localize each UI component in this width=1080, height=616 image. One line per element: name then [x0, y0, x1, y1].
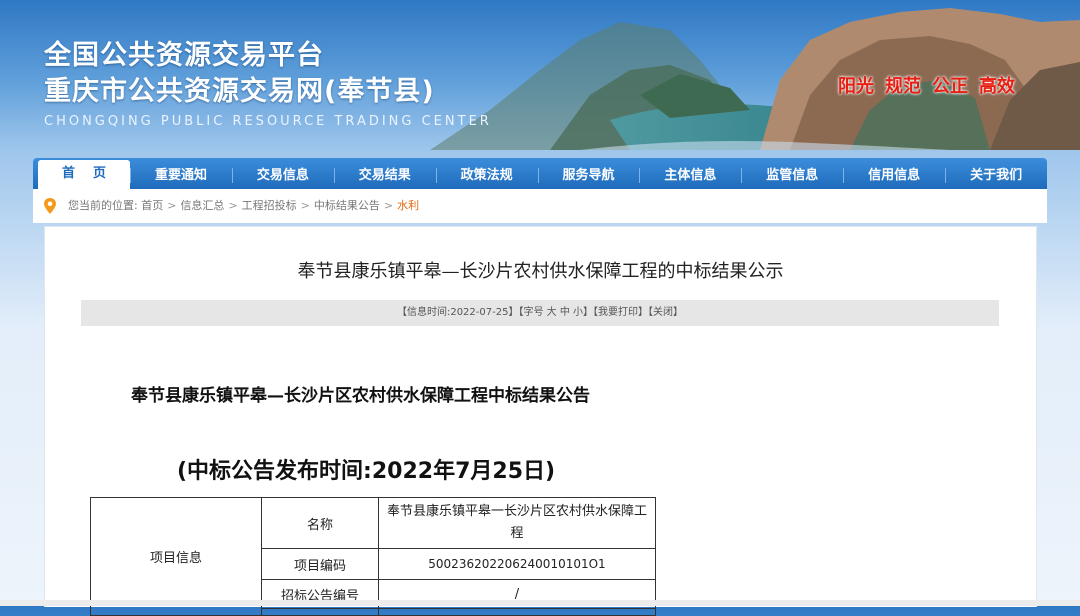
nav-item-entity-info[interactable]: 主体信息 — [639, 162, 741, 189]
table-cell-value: 奉节县康乐镇平皋一长沙片区农村供水保障工程 — [378, 497, 656, 549]
nav-item-notices[interactable]: 重要通知 — [130, 162, 232, 189]
breadcrumb-link-engineering[interactable]: 工程招投标 — [242, 199, 297, 212]
site-header: 全国公共资源交易平台 重庆市公共资源交易网(奉节县) CHONGQING PUB… — [0, 0, 1080, 155]
table-cell-empty — [261, 608, 379, 616]
close-button[interactable]: 【关闭】 — [648, 307, 683, 318]
slogan-word: 高效 — [979, 76, 1015, 97]
table-cell-label: 名称 — [261, 497, 379, 549]
info-time: 【信息时间:2022-07-25】 — [396, 307, 519, 318]
print-button[interactable]: 【我要打印】 — [593, 307, 648, 318]
table-group-label: 项目信息 — [90, 497, 262, 616]
nav-item-policies[interactable]: 政策法规 — [435, 162, 538, 189]
slogan-word: 公正 — [932, 76, 968, 97]
site-title-en: CHONGQING PUBLIC RESOURCE TRADING CENTER — [44, 114, 492, 129]
notice-title: 奉节县康乐镇平皋—长沙片区农村供水保障工程中标结果公告 — [131, 386, 590, 406]
breadcrumb-separator: > — [383, 199, 394, 212]
nav-item-supervision[interactable]: 监管信息 — [741, 162, 843, 189]
site-title-cn-sub: 重庆市公共资源交易网(奉节县) — [44, 76, 435, 107]
font-size-large-button[interactable]: 大 — [547, 307, 557, 318]
breadcrumb: 您当前的位置: 首页 > 信息汇总 > 工程招投标 > 中标结果公告 > 水利 — [68, 189, 419, 223]
table-row: 项目信息 名称 奉节县康乐镇平皋一长沙片区农村供水保障工程 — [90, 497, 656, 616]
nav-item-service-guide[interactable]: 服务导航 — [537, 162, 640, 189]
slogan-word: 规范 — [885, 76, 921, 97]
location-pin-icon — [44, 198, 56, 214]
breadcrumb-link-results[interactable]: 中标结果公告 — [314, 199, 380, 212]
slogan: 阳光 规范 公正 高效 — [838, 72, 1026, 98]
notice-date: (中标公告发布时间:2022年7月25日) — [177, 459, 556, 484]
page-bottom-strip — [0, 600, 1080, 606]
nav-item-about[interactable]: 关于我们 — [945, 162, 1047, 189]
nav-item-trade-results[interactable]: 交易结果 — [333, 162, 436, 189]
nav-item-trade-info[interactable]: 交易信息 — [231, 162, 334, 189]
breadcrumb-prefix: 您当前的位置: — [68, 199, 138, 212]
breadcrumb-current[interactable]: 水利 — [397, 199, 419, 212]
article-panel: 奉节县康乐镇平皋—长沙片农村供水保障工程的中标结果公示 【信息时间:2022-0… — [44, 226, 1037, 616]
breadcrumb-separator: > — [300, 199, 310, 212]
font-size-small-button[interactable]: 小】 — [573, 307, 593, 318]
breadcrumb-separator: > — [167, 199, 177, 212]
nav-item-credit[interactable]: 信用信息 — [843, 162, 945, 189]
table-cell-label: 项目编码 — [261, 548, 379, 580]
result-table: 项目信息 名称 奉节县康乐镇平皋一长沙片区农村供水保障工程 项目编码 50023… — [90, 497, 656, 616]
breadcrumb-separator: > — [228, 199, 238, 212]
main-nav: 首页 重要通知 交易信息 交易结果 政策法规 服务导航 主体信息 监管信息 信用… — [33, 158, 1047, 189]
breadcrumb-link-home[interactable]: 首页 — [141, 199, 163, 212]
article-title: 奉节县康乐镇平皋—长沙片农村供水保障工程的中标结果公示 — [297, 261, 784, 282]
breadcrumb-bar: 您当前的位置: 首页 > 信息汇总 > 工程招投标 > 中标结果公告 > 水利 — [33, 189, 1047, 223]
table-cell-empty — [378, 608, 656, 616]
breadcrumb-link-summary[interactable]: 信息汇总 — [180, 199, 224, 212]
font-size-medium-button[interactable]: 中 — [560, 307, 570, 318]
font-size-label: 【字号 — [518, 307, 544, 318]
table-cell-value: 500236202206240010101O1 — [378, 548, 656, 580]
site-title-cn: 全国公共资源交易平台 — [44, 40, 324, 71]
nav-item-home[interactable]: 首页 — [38, 160, 130, 189]
article-info-bar: 【信息时间:2022-07-25】【字号 大 中 小】【我要打印】【关闭】 — [81, 300, 999, 326]
slogan-word: 阳光 — [838, 76, 874, 97]
